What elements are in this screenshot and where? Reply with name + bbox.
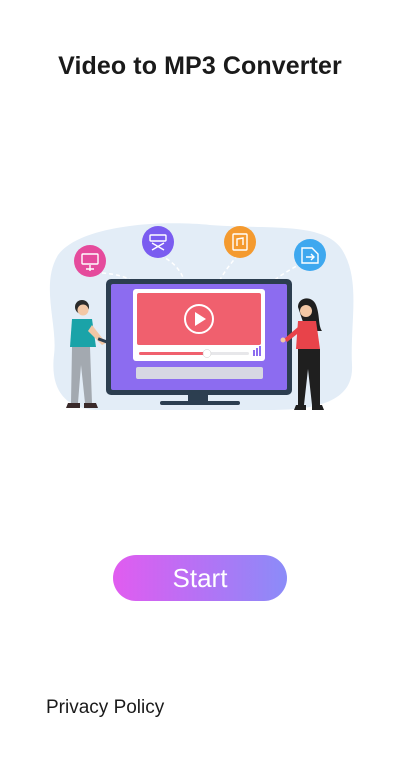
privacy-policy-link[interactable]: Privacy Policy (46, 697, 164, 719)
page-title: Video to MP3 Converter (58, 52, 342, 80)
trim-video-icon (142, 226, 174, 258)
start-button[interactable]: Start (113, 555, 287, 601)
video-to-audio-icon (74, 245, 106, 277)
converter-illustration (40, 215, 360, 415)
audio-file-icon (224, 226, 256, 258)
export-file-icon (294, 239, 326, 271)
